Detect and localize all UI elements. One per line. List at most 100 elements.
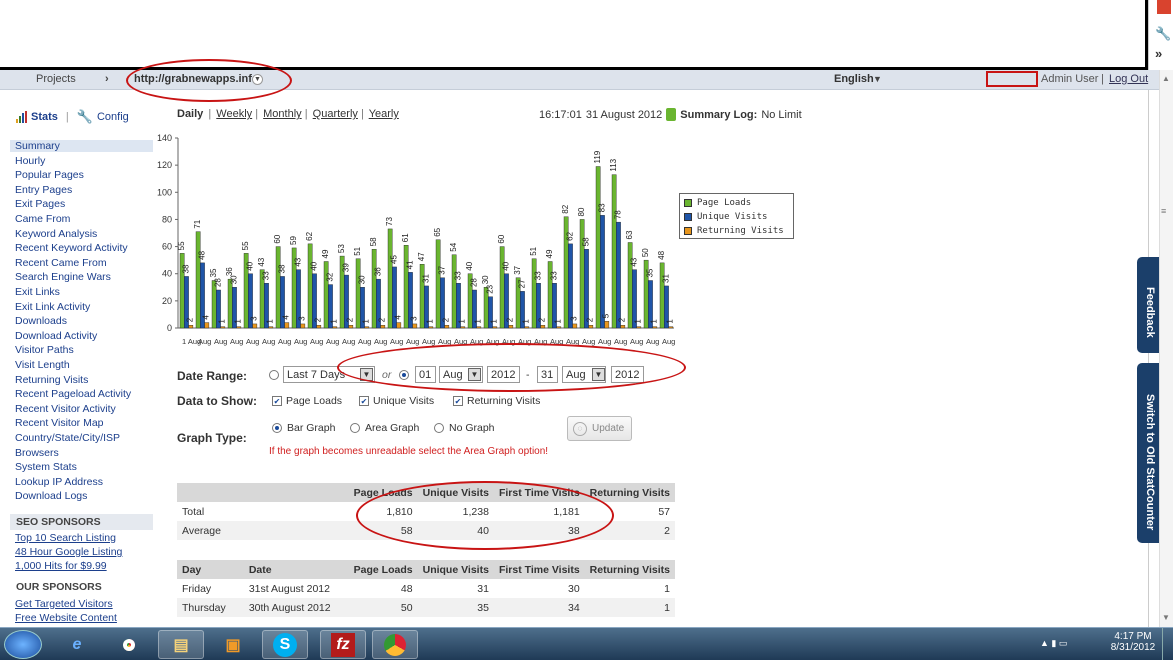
data-label: 28	[213, 278, 222, 287]
chrome-icon[interactable]	[106, 630, 152, 659]
bar	[524, 326, 530, 329]
sidebar-item[interactable]: Returning Visits	[15, 374, 88, 386]
tray-icons[interactable]: ▲ ▮ ▭	[1040, 638, 1067, 649]
data-label: 43	[257, 257, 266, 266]
wrench-icon: 🔧	[76, 109, 93, 124]
sponsor-link[interactable]: 1,000 Hits for $9.99	[15, 560, 107, 572]
x-tick-label: Aug	[326, 337, 339, 346]
projects-link[interactable]: Projects	[36, 73, 76, 85]
filezilla-icon[interactable]: fz	[320, 630, 366, 659]
page-scrollbar[interactable]: ▲ ≡ ▼	[1159, 70, 1173, 627]
sidebar-item[interactable]: Country/State/City/ISP	[15, 432, 120, 444]
daily-header: Date	[243, 560, 349, 579]
data-label: 23	[485, 284, 494, 293]
x-tick-label: Aug	[278, 337, 291, 346]
no-graph-radio[interactable]	[434, 423, 444, 433]
chevron-more-icon[interactable]: »	[1155, 46, 1162, 61]
table-cell: 1	[664, 582, 670, 595]
start-orb-icon[interactable]	[4, 630, 42, 659]
sidebar-item[interactable]: Recent Visitor Activity	[15, 403, 116, 415]
annotation-oval	[356, 481, 614, 550]
sponsor-link[interactable]: Top 10 Search Listing	[15, 532, 116, 544]
folder-icon[interactable]: ▤	[158, 630, 204, 659]
sponsor-link[interactable]: Free Website Content	[15, 612, 117, 624]
x-tick-label: Aug	[246, 337, 259, 346]
x-tick-label: Aug	[342, 337, 355, 346]
browser-blank-area	[0, 0, 1148, 67]
y-tick-label: 140	[157, 133, 172, 143]
sidebar-item[interactable]: Recent Keyword Activity	[15, 242, 128, 254]
stats-tab[interactable]: Stats	[31, 111, 58, 123]
preset-radio[interactable]	[269, 370, 279, 380]
clock-date: 8/31/2012	[1110, 642, 1156, 653]
unique-visits-checkbox[interactable]: ✔	[359, 396, 369, 406]
media-player-icon[interactable]: ▣	[210, 630, 256, 659]
period-quarterly[interactable]: Quarterly	[313, 108, 358, 120]
bar	[419, 264, 425, 329]
x-tick-label: Aug	[614, 337, 627, 346]
sidebar-item[interactable]: Download Activity	[15, 330, 97, 342]
sidebar-item[interactable]: Exit Links	[15, 286, 60, 298]
sponsor-link[interactable]: Get Targeted Visitors	[15, 598, 113, 610]
feedback-tab[interactable]: Feedback	[1137, 257, 1159, 353]
clock[interactable]: 4:17 PM 8/31/2012	[1108, 631, 1158, 653]
ie-icon[interactable]: e	[54, 630, 100, 659]
show-desktop-button[interactable]	[1162, 628, 1173, 660]
sidebar-item[interactable]: Popular Pages	[15, 169, 84, 181]
sidebar-item[interactable]: Visitor Paths	[15, 344, 74, 356]
returning-visits-checkbox[interactable]: ✔	[453, 396, 463, 406]
update-button[interactable]: ◌ Update	[567, 416, 632, 441]
table-cell: Friday	[182, 582, 212, 595]
period-weekly[interactable]: Weekly	[216, 108, 252, 120]
sidebar-item[interactable]: Entry Pages	[15, 184, 72, 196]
skype-icon[interactable]: S	[262, 630, 308, 659]
data-label: 2	[586, 317, 595, 322]
sidebar-item[interactable]: Downloads	[15, 315, 67, 327]
data-label: 30	[229, 275, 238, 284]
sidebar-item[interactable]: Exit Link Activity	[15, 301, 90, 313]
sidebar-item[interactable]: Recent Visitor Map	[15, 417, 104, 429]
sidebar-item[interactable]: Search Engine Wars	[15, 271, 111, 283]
sidebar-item[interactable]: Summary	[10, 140, 153, 152]
bar-graph-radio[interactable]	[272, 423, 282, 433]
data-label: 1	[650, 319, 659, 324]
bar	[451, 254, 457, 329]
data-label: 2	[618, 317, 627, 322]
page-loads-checkbox[interactable]: ✔	[272, 396, 282, 406]
sidebar-item[interactable]: Hourly	[15, 155, 45, 167]
table-cell: 34	[493, 598, 585, 617]
period-yearly[interactable]: Yearly	[369, 108, 399, 120]
sidebar-item[interactable]: Lookup IP Address	[15, 476, 103, 488]
sidebar-item[interactable]: Visit Length	[15, 359, 70, 371]
old-statcounter-tab[interactable]: Switch to Old StatCounter	[1137, 363, 1159, 543]
chevron-down-icon[interactable]: ▼	[873, 74, 882, 84]
language-select[interactable]: English	[834, 73, 874, 85]
bar	[435, 239, 441, 329]
sidebar-item[interactable]: Recent Pageload Activity	[15, 388, 131, 400]
data-label: 80	[577, 207, 586, 216]
sidebar-item[interactable]: Browsers	[15, 447, 59, 459]
sidebar-item[interactable]: Recent Came From	[15, 257, 107, 269]
table-cell: Thursday	[177, 598, 244, 617]
data-label: 62	[565, 231, 574, 240]
bar	[188, 325, 194, 329]
data-label: 35	[645, 268, 654, 277]
logout-link[interactable]: Log Out	[1109, 73, 1148, 85]
config-tab[interactable]: Config	[97, 111, 129, 123]
bar	[636, 326, 642, 329]
data-label: 40	[309, 261, 318, 270]
sidebar-item[interactable]: Keyword Analysis	[15, 228, 97, 240]
sidebar-item[interactable]: System Stats	[15, 461, 77, 473]
period-daily[interactable]: Daily	[177, 108, 203, 120]
sidebar-item[interactable]: Exit Pages	[15, 198, 65, 210]
sidebar-item[interactable]: Came From	[15, 213, 70, 225]
bar	[588, 325, 594, 329]
legend-label: Page Loads	[697, 198, 752, 208]
sidebar-item[interactable]: Download Logs	[15, 490, 87, 502]
area-graph-radio[interactable]	[350, 423, 360, 433]
sponsor-link[interactable]: 48 Hour Google Listing	[15, 546, 122, 558]
browser-badge-icon[interactable]	[1157, 0, 1171, 14]
period-monthly[interactable]: Monthly	[263, 108, 302, 120]
wrench-icon[interactable]: 🔧	[1155, 26, 1171, 42]
chrome-active-icon[interactable]	[372, 630, 418, 659]
